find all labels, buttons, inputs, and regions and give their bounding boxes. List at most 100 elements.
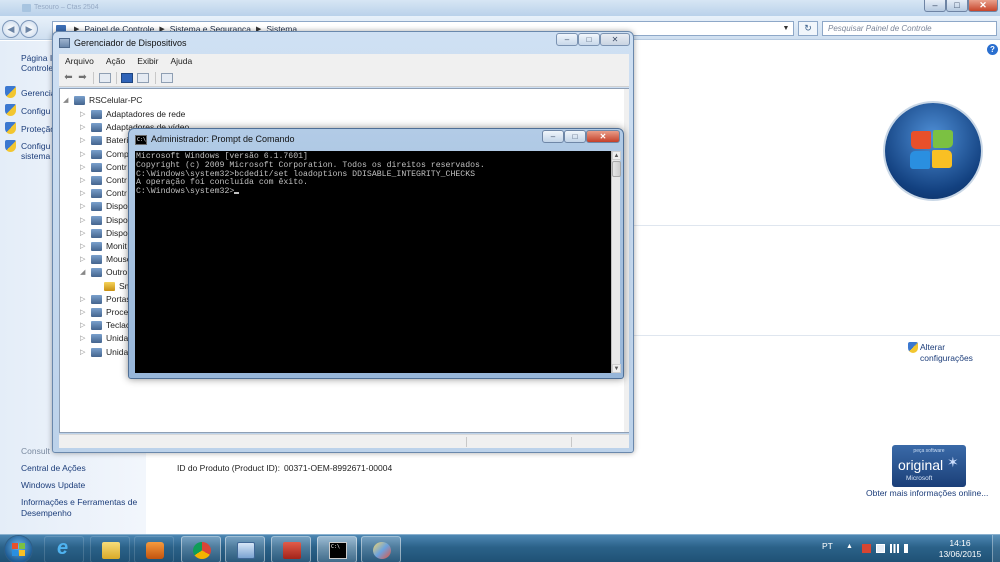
- refresh-button[interactable]: ↻: [798, 21, 818, 36]
- network-signal-icon[interactable]: [890, 544, 899, 553]
- menu-action[interactable]: Ação: [100, 54, 131, 69]
- start-button[interactable]: [5, 536, 32, 562]
- help-icon[interactable]: [121, 73, 133, 83]
- forward-arrow-icon[interactable]: ➡: [76, 72, 89, 84]
- menu-help[interactable]: Ajuda: [164, 54, 198, 69]
- sidebar-item-device-manager[interactable]: Gerencia: [21, 88, 56, 98]
- console-output[interactable]: Microsoft Windows [versão 6.1.7601] Copy…: [135, 151, 611, 373]
- menu-view[interactable]: Exibir: [131, 54, 164, 69]
- tree-item-label: Proce: [106, 307, 129, 317]
- properties-icon[interactable]: [99, 73, 111, 83]
- taskbar-command-prompt[interactable]: C:\: [317, 536, 357, 562]
- sidebar-item-remote-settings[interactable]: Configu: [21, 106, 50, 116]
- scroll-down-icon[interactable]: ▼: [612, 364, 621, 373]
- tree-item-label: Contr: [106, 161, 127, 172]
- change-settings-link[interactable]: Alterar configurações: [920, 342, 973, 364]
- chevron-down-icon[interactable]: ▼: [779, 25, 793, 32]
- scan-hardware-icon[interactable]: [161, 73, 173, 83]
- scrollbar[interactable]: [624, 89, 629, 432]
- link-label: Alterar: [920, 342, 946, 352]
- collapse-icon[interactable]: ◢: [63, 94, 68, 107]
- performance-info-link[interactable]: Informações e Ferramentas de Desempenho: [21, 497, 137, 519]
- show-hidden-icon[interactable]: [137, 73, 149, 83]
- badge-title: original: [898, 457, 944, 473]
- more-info-online-link[interactable]: Obter mais informações online...: [866, 488, 988, 498]
- vertical-scrollbar[interactable]: ▲ ▼: [611, 151, 621, 373]
- device-category-icon: [91, 347, 102, 357]
- sidebar-item-system-protection[interactable]: Proteção: [21, 124, 55, 134]
- expand-icon[interactable]: ▷: [80, 121, 85, 134]
- search-input[interactable]: Pesquisar Painel de Controle: [822, 21, 997, 36]
- windows-update-link[interactable]: Windows Update: [21, 480, 85, 491]
- tree-item-label: Teclac: [106, 320, 131, 331]
- clock[interactable]: 14:16 13/06/2015: [936, 538, 984, 560]
- taskbar-paint[interactable]: [361, 536, 401, 562]
- genuine-microsoft-badge[interactable]: peça software original Microsoft ✶: [892, 445, 966, 487]
- status-separator: [571, 437, 572, 447]
- expand-icon[interactable]: ▷: [80, 214, 85, 227]
- menu-bar: Arquivo Ação Exibir Ajuda: [59, 54, 629, 69]
- tree-item-label: Unida: [106, 333, 129, 344]
- maximize-button[interactable]: □: [564, 130, 586, 143]
- minimize-button[interactable]: –: [542, 130, 564, 143]
- back-button[interactable]: ◀: [2, 20, 20, 38]
- expand-icon[interactable]: ▷: [80, 306, 85, 319]
- forward-button[interactable]: ▶: [20, 20, 38, 38]
- tree-item-label: Unida: [106, 346, 129, 357]
- shield-icon: [5, 140, 16, 152]
- taskbar-toolbox[interactable]: [271, 536, 311, 562]
- show-hidden-icons-button[interactable]: ▲: [846, 543, 853, 550]
- expand-icon[interactable]: ▷: [80, 293, 85, 306]
- expand-icon[interactable]: ▷: [80, 200, 85, 213]
- device-category-icon: [91, 228, 102, 238]
- close-button[interactable]: ✕: [600, 33, 630, 46]
- taskbar-control-panel[interactable]: [225, 536, 265, 562]
- console-prompt-line[interactable]: C:\Windows\system32>: [136, 187, 611, 197]
- collapse-icon[interactable]: ◢: [80, 266, 85, 279]
- action-center-link[interactable]: Central de Ações: [21, 463, 86, 474]
- taskbar-internet-explorer[interactable]: e: [44, 536, 84, 562]
- taskbar-explorer[interactable]: [90, 536, 130, 562]
- close-button[interactable]: ✕: [586, 130, 620, 143]
- expand-icon[interactable]: ▷: [80, 319, 85, 332]
- clock-date: 13/06/2015: [938, 549, 982, 559]
- shield-icon: [5, 86, 16, 98]
- expand-icon[interactable]: ▷: [80, 187, 85, 200]
- expand-icon[interactable]: ▷: [80, 148, 85, 161]
- toolbox-icon: [283, 542, 301, 559]
- expand-icon[interactable]: ▷: [80, 240, 85, 253]
- device-icon[interactable]: [876, 544, 885, 553]
- window-title: Gerenciador de Dispositivos: [74, 38, 187, 48]
- expand-icon[interactable]: ▷: [80, 108, 85, 121]
- taskbar-chrome[interactable]: [181, 536, 221, 562]
- back-arrow-icon[interactable]: ⬅: [62, 72, 75, 84]
- menu-file[interactable]: Arquivo: [59, 54, 100, 69]
- sidebar-item-label: Controle: [21, 63, 54, 73]
- expand-icon[interactable]: ▷: [80, 134, 85, 147]
- sidebar-item-advanced-settings[interactable]: Configu sistema: [21, 141, 50, 161]
- start-flag-icon: [19, 543, 25, 549]
- window-tab[interactable]: Tesouro – Ctas 2504: [22, 2, 112, 14]
- expand-icon[interactable]: ▷: [80, 174, 85, 187]
- close-button[interactable]: ✕: [968, 0, 998, 12]
- action-center-flag-icon[interactable]: [862, 544, 871, 553]
- link-label: Informações e Ferramentas de: [21, 497, 138, 507]
- expand-icon[interactable]: ▷: [80, 161, 85, 174]
- scroll-up-icon[interactable]: ▲: [612, 151, 621, 160]
- maximize-button[interactable]: □: [578, 33, 600, 46]
- minimize-button[interactable]: –: [556, 33, 578, 46]
- show-desktop-button[interactable]: [992, 535, 1000, 562]
- expand-icon[interactable]: ▷: [80, 332, 85, 345]
- tree-root-label: RSCelular-PC: [89, 95, 143, 105]
- expand-icon[interactable]: ▷: [80, 346, 85, 359]
- expand-icon[interactable]: ▷: [80, 253, 85, 266]
- language-indicator[interactable]: PT: [822, 541, 833, 551]
- help-icon[interactable]: ?: [987, 44, 998, 55]
- maximize-button[interactable]: □: [946, 0, 968, 12]
- scrollbar-thumb[interactable]: [612, 161, 621, 177]
- expand-icon[interactable]: ▷: [80, 227, 85, 240]
- sidebar-item-home[interactable]: Página I Controle: [21, 53, 53, 73]
- minimize-button[interactable]: –: [924, 0, 946, 12]
- volume-icon[interactable]: [904, 544, 913, 553]
- taskbar-media-player[interactable]: [134, 536, 174, 562]
